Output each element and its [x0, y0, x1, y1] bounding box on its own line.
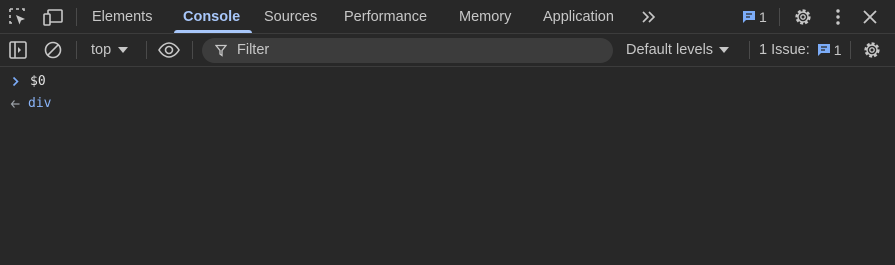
- divider: [192, 41, 193, 59]
- divider: [850, 41, 851, 59]
- issue-message-icon: [817, 44, 830, 56]
- console-result-text[interactable]: div: [28, 96, 51, 111]
- divider: [76, 8, 77, 26]
- tab-memory[interactable]: Memory: [459, 0, 511, 33]
- clear-console-icon[interactable]: [41, 38, 65, 62]
- settings-gear-icon[interactable]: [791, 5, 815, 29]
- devtools-tabbar: Elements Console Sources Performance Mem…: [0, 0, 895, 34]
- active-tab-indicator: [174, 30, 252, 33]
- tab-performance[interactable]: Performance: [344, 0, 427, 33]
- log-levels-label: Default levels: [626, 42, 714, 58]
- console-output[interactable]: $0 div: [0, 67, 895, 265]
- issues-counter[interactable]: 1 Issue: 1: [759, 40, 842, 60]
- sidebar-toggle-icon[interactable]: [6, 38, 30, 62]
- more-options-icon[interactable]: [826, 5, 850, 29]
- inspect-element-icon[interactable]: [6, 5, 30, 29]
- context-label: top: [91, 42, 112, 58]
- tab-sources[interactable]: Sources: [264, 0, 317, 33]
- divider: [779, 8, 780, 26]
- close-icon[interactable]: [858, 5, 882, 29]
- context-selector[interactable]: top: [91, 40, 129, 60]
- log-levels-dropdown[interactable]: Default levels: [626, 40, 730, 60]
- filter-placeholder: Filter: [237, 42, 270, 58]
- console-input-row: $0: [0, 72, 895, 92]
- tab-application[interactable]: Application: [543, 0, 614, 33]
- live-expression-eye-icon[interactable]: [157, 38, 181, 62]
- issues-label: 1 Issue:: [759, 42, 810, 58]
- console-input-text: $0: [30, 74, 46, 89]
- tab-console[interactable]: Console: [183, 0, 240, 33]
- filter-input[interactable]: Filter: [202, 38, 613, 63]
- tab-elements[interactable]: Elements: [92, 0, 152, 33]
- dropdown-arrow-icon: [719, 47, 730, 53]
- messages-counter[interactable]: 1: [741, 8, 767, 26]
- message-count: 1: [759, 9, 767, 25]
- result-arrow-icon: [10, 100, 20, 108]
- dropdown-arrow-icon: [118, 47, 129, 53]
- console-result-row: div: [0, 94, 895, 114]
- input-prompt-chevron-icon: [12, 76, 19, 87]
- divider: [749, 41, 750, 59]
- divider: [76, 41, 77, 59]
- device-toolbar-icon[interactable]: [41, 5, 65, 29]
- issues-count: 1: [833, 42, 842, 58]
- message-icon: [743, 11, 755, 23]
- divider: [146, 41, 147, 59]
- filter-icon: [215, 44, 227, 57]
- more-tabs-icon[interactable]: [637, 5, 661, 29]
- console-settings-gear-icon[interactable]: [860, 38, 884, 62]
